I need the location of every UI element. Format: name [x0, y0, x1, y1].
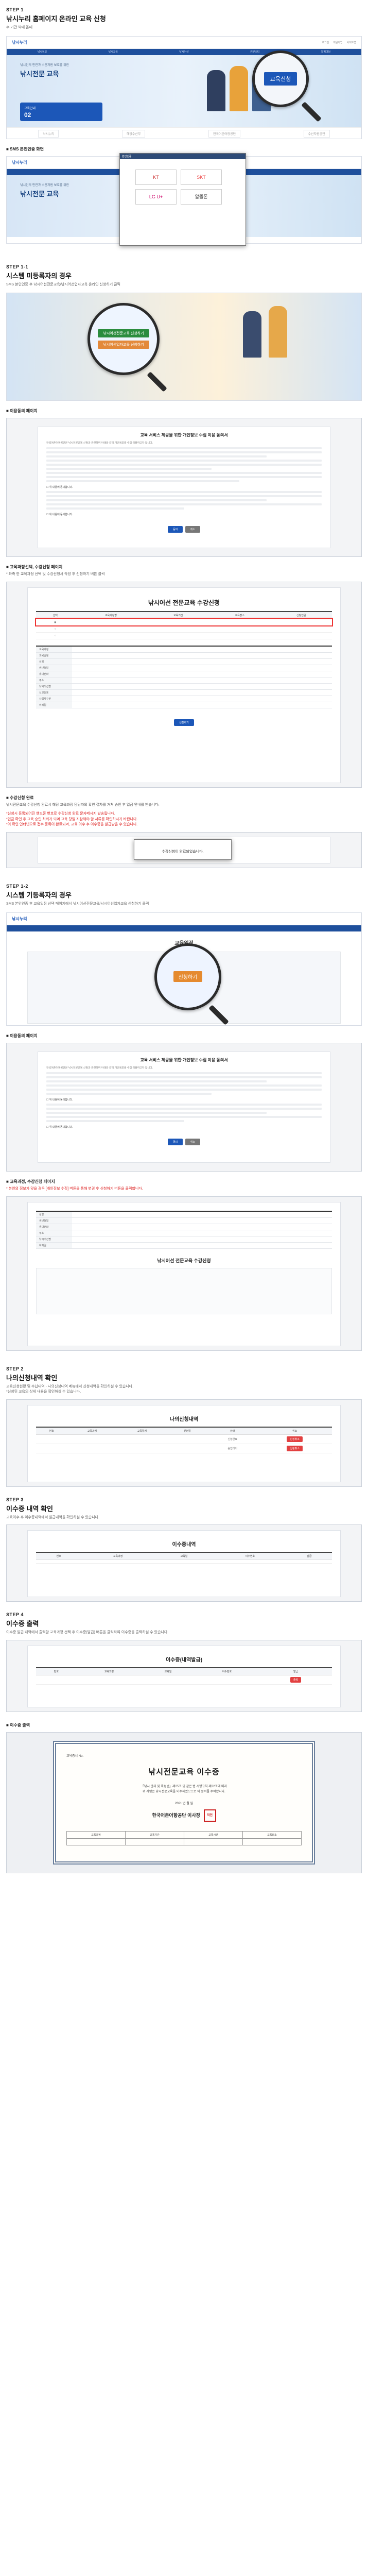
- hero-banner: 낚시인의 안전과 수산자원 보호를 위한 낚시전문 교육 교육안내 02: [7, 55, 361, 127]
- application-table: 번호 교육과정 교육일정 신청일 상태 취소 신청완료 신청취소 승인대기 신청취소: [36, 1426, 332, 1453]
- main-nav: 낚시정보 낚시교육 낚시어선 커뮤니티 알림마당: [7, 48, 361, 55]
- step-desc: 수 기간 박때 올때: [6, 26, 32, 29]
- table-row: 신청완료 신청취소: [36, 1434, 332, 1444]
- bullet-agree: 이용동의 페이지: [10, 1033, 38, 1038]
- certificate-preview: 교육증서 No. 낚시전문교육 이수증 「낚시 관리 및 육성법」제25조 및 …: [6, 1732, 362, 1873]
- course-radio[interactable]: ○: [36, 625, 75, 633]
- application-form-page: 낚시어선 전문교육 수강신청 선택 교육과정명 교육기간 교육장소 신청인원 ◉ ○ ○…: [6, 581, 362, 788]
- certificate-list-page: 이수증내역 번호 교육과정 교육일 이수번호 발급: [6, 1524, 362, 1602]
- print-button[interactable]: 출력: [290, 1676, 302, 1683]
- agree-checkbox[interactable]: ☐ 위 내용에 동의합니다.: [46, 1098, 322, 1101]
- application-form-page: 성명 생년월일 휴대전화 주소 낚시어선명 이메일 낚시어선 전문교육 수강신청: [6, 1196, 362, 1351]
- login-link[interactable]: 로그인: [322, 41, 329, 44]
- bullet-apply: 교육과정선택, 수강신청 페이지: [10, 565, 63, 569]
- step-title: 낚시누리 홈페이지 온라인 교육 신청: [6, 15, 106, 23]
- fishing-business-edu-apply-button[interactable]: 낚시어선업자교육 신청하기: [98, 341, 149, 349]
- submit-button[interactable]: 신청하기: [174, 719, 194, 726]
- agree-checkbox[interactable]: ☐ 위 내용에 동의합니다.: [46, 513, 322, 516]
- table-row: 승인대기 신청취소: [36, 1444, 332, 1453]
- bullet-agree: 이용동의 페이지: [10, 409, 38, 413]
- magnifier-icon: 교육신청: [252, 50, 309, 107]
- bullet-apply: 교육과정, 수강신청 페이지: [10, 1179, 55, 1184]
- nav-item[interactable]: 낚시정보: [38, 50, 47, 54]
- guide-page: STEP 1 낚시누리 홈페이지 온라인 교육 신청 수 기간 박때 올때 낚시…: [0, 0, 368, 1894]
- certificate-table: 번호 교육과정 교육일 이수번호 발급: [36, 1552, 332, 1564]
- course-radio[interactable]: ○: [36, 632, 75, 639]
- bullet-certificate: 이수증 출력: [10, 1722, 30, 1727]
- course-table: 선택 교육과정명 교육기간 교육장소 신청인원 ◉ ○ ○: [35, 611, 333, 639]
- nav-item[interactable]: 낚시어선: [179, 50, 188, 54]
- my-application-page: 나의신청내역 번호 교육과정 교육일정 신청일 상태 취소 신청완료 신청취소 승인대기 신청…: [6, 1399, 362, 1487]
- sitemap-link[interactable]: 사이트맵: [347, 41, 356, 44]
- carrier-kt[interactable]: KT: [135, 169, 177, 185]
- bullet-complete: 수강신청 완료: [10, 795, 34, 800]
- hero-card[interactable]: 교육안내 02: [20, 102, 102, 121]
- agreement-page: 교육 서비스 제공을 위한 개인정보 수집 이용 동의서 한국어촌어항공단은 낚…: [6, 418, 362, 557]
- registration-screenshot: [6, 293, 362, 401]
- site-logo[interactable]: 낚시누리: [12, 40, 27, 45]
- applicant-form: 교육과정 교육일정 성명 생년월일 휴대전화 주소 낚시어선명 신고번호 사업자…: [36, 645, 332, 708]
- agree-button[interactable]: 동의: [168, 1138, 183, 1145]
- course-radio[interactable]: ◉: [36, 619, 75, 626]
- carrier-lgu[interactable]: LG U+: [135, 189, 177, 205]
- agree-checkbox[interactable]: ☐ 위 내용에 동의합니다.: [46, 485, 322, 489]
- complete-popup: 수강신청이 완료되었습니다.: [134, 839, 232, 860]
- bullet-sms: ■ SMS 본인인증 화면: [6, 146, 44, 151]
- step-label: STEP 1: [6, 7, 24, 12]
- certificate-issue-page: 이수증(내역발급) 번호 교육과정 교육일 이수번호 발급 출력: [6, 1639, 362, 1712]
- carrier-mvno[interactable]: 알뜰폰: [181, 189, 222, 205]
- nav-item[interactable]: 알림마당: [321, 50, 330, 54]
- cancel-application-button[interactable]: 신청취소: [287, 1445, 303, 1451]
- popup-title: 본인인증: [120, 153, 246, 159]
- agreement-title: 교육 서비스 제공을 위한 개인정보 수집 이용 동의서: [140, 433, 228, 437]
- agree-button[interactable]: 동의: [168, 526, 183, 533]
- apply-button[interactable]: 교육신청: [264, 72, 297, 86]
- certificate-title: 낚시전문교육 이수증: [148, 1767, 220, 1776]
- sms-auth-popup: 본인인증 KT SKT LG U+ 알뜰폰: [119, 152, 246, 246]
- table-row: [36, 1560, 332, 1564]
- step2-header: STEP 2 나의신청내역 확인 교육신청현황 및 수납내역 - 나의신청내역 …: [6, 1366, 134, 1394]
- footer-banner[interactable]: 한국어촌어항공단: [208, 129, 241, 138]
- fishing-boat-edu-apply-button[interactable]: 낚시어선전문교육 신청하기: [98, 329, 149, 337]
- carrier-skt[interactable]: SKT: [181, 169, 222, 185]
- step1-1-header: STEP 1-1 시스템 미등록자의 경우 SMS 본인인증 후 낚시어선전문교…: [6, 264, 120, 286]
- step3-header: STEP 3 이수증 내역 확인 교육이수 후 이수증내역에서 발급내역을 확인…: [6, 1497, 100, 1519]
- cancel-button[interactable]: 취소: [185, 526, 200, 533]
- certificate-signature: 한국어촌어항공단 이사장 직인: [66, 1809, 302, 1822]
- agreement-text: 한국어촌어항공단은 낚시전문교육 신청과 관련하여 아래와 같이 개인정보를 수…: [46, 442, 153, 445]
- certificate-date: 2021 년 월 일: [175, 1802, 193, 1805]
- footer-banner[interactable]: 해양수산부: [121, 129, 146, 138]
- cancel-application-button[interactable]: 신청취소: [287, 1436, 303, 1442]
- step1-2-header: STEP 1-2 시스템 기등록자의 경우 SMS 본인인증 후 교육일정 선택…: [6, 884, 149, 906]
- cancel-button[interactable]: 취소: [185, 1138, 200, 1145]
- apply-button[interactable]: 신청하기: [173, 971, 203, 982]
- panel-title: 나의신청내역: [169, 1416, 199, 1422]
- form-title: 낚시어선 전문교육 수강신청: [148, 599, 220, 606]
- certificate-number: 교육증서 No.: [66, 1754, 84, 1758]
- footer-banner[interactable]: 수산자원공단: [303, 129, 330, 138]
- seal-stamp: 직인: [203, 1809, 216, 1822]
- step1-header: STEP 1 낚시누리 홈페이지 온라인 교육 신청 수 기간 박때 올때: [0, 7, 368, 31]
- footer-banner[interactable]: 낚시누리: [38, 129, 59, 138]
- homepage-screenshot: 낚시누리 로그인 회원가입 사이트맵 낚시정보 낚시교육 낚시어선 커뮤니티 알…: [6, 36, 362, 139]
- magnifier-icon: 신청하기: [154, 943, 221, 1010]
- magnifier-icon: 낚시어선전문교육 신청하기 낚시어선업자교육 신청하기: [87, 303, 160, 375]
- nav-item[interactable]: 커뮤니티: [250, 50, 259, 54]
- agreement-page: 교육 서비스 제공을 위한 개인정보 수집 이용 동의서 한국어촌어항공단은 낚…: [6, 1042, 362, 1172]
- nav-item[interactable]: 낚시교육: [108, 50, 117, 54]
- join-link[interactable]: 회원가입: [333, 41, 342, 44]
- table-row: 출력: [36, 1675, 332, 1685]
- footer-banners: 낚시누리 해양수산부 한국어촌어항공단 수산자원공단: [7, 127, 361, 139]
- step4-header: STEP 4 이수증 출력 이수증 발급 내역에서 출력할 교육과정 선택 후 …: [6, 1612, 169, 1635]
- agree-checkbox[interactable]: ☐ 위 내용에 동의합니다.: [46, 1125, 322, 1129]
- certificate: 교육증서 No. 낚시전문교육 이수증 「낚시 관리 및 육성법」제25조 및 …: [53, 1740, 315, 1865]
- certificate-table: 교육과정 교육기간 교육시간 교육장소: [66, 1831, 302, 1845]
